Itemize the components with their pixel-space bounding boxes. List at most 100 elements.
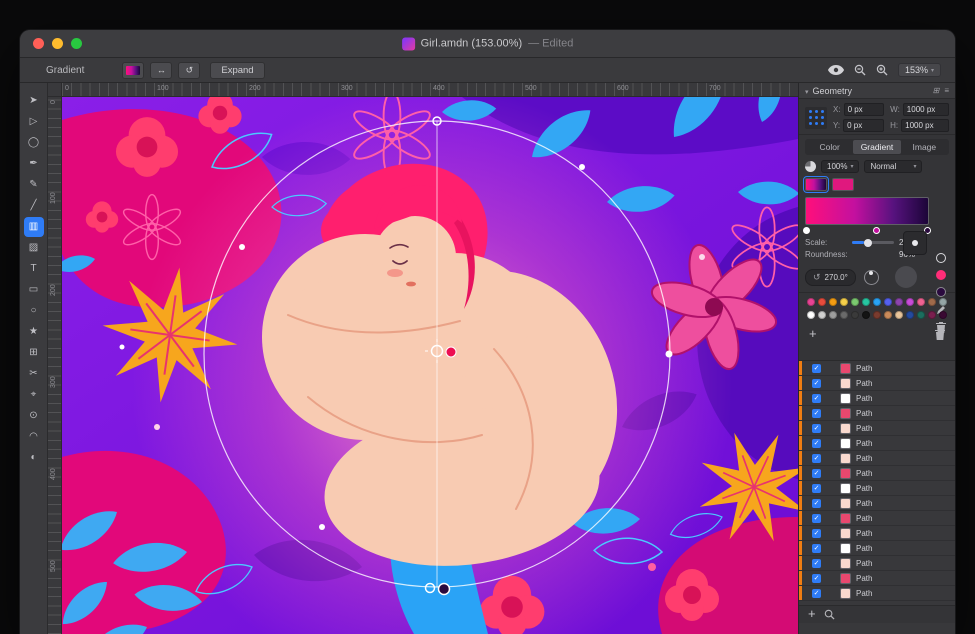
- color-swatch[interactable]: [873, 298, 881, 306]
- zoom-out-icon[interactable]: [854, 64, 866, 76]
- blend-mode-dropdown[interactable]: Normal: [864, 160, 922, 173]
- tool-button[interactable]: ◐: [24, 448, 44, 468]
- tool-button[interactable]: ╱: [24, 196, 44, 216]
- layer-row[interactable]: Path: [799, 376, 955, 391]
- layer-row[interactable]: Path: [799, 361, 955, 376]
- color-swatch[interactable]: [895, 298, 903, 306]
- layer-visibility-checkbox[interactable]: [812, 529, 821, 538]
- fullscreen-window-button[interactable]: [71, 38, 82, 49]
- color-swatch[interactable]: [807, 311, 815, 319]
- color-swatch[interactable]: [917, 311, 925, 319]
- layer-row[interactable]: Path: [799, 556, 955, 571]
- layer-visibility-checkbox[interactable]: [812, 514, 821, 523]
- layer-row[interactable]: Path: [799, 391, 955, 406]
- layer-visibility-checkbox[interactable]: [812, 409, 821, 418]
- color-swatch[interactable]: [906, 311, 914, 319]
- gradient-editor-bar[interactable]: [805, 197, 929, 225]
- transform-field[interactable]: X: 0 px: [833, 103, 884, 116]
- layer-visibility-checkbox[interactable]: [812, 454, 821, 463]
- layer-row[interactable]: Path: [799, 571, 955, 586]
- panel-tab[interactable]: Color: [806, 140, 853, 154]
- field-value[interactable]: 0 px: [843, 119, 884, 132]
- layer-visibility-checkbox[interactable]: [812, 589, 821, 598]
- layer-row[interactable]: Path: [799, 466, 955, 481]
- search-layers-icon[interactable]: [824, 609, 835, 620]
- rotation-field[interactable]: 270.0°: [805, 269, 856, 286]
- transform-field[interactable]: H: 1000 px: [890, 119, 949, 132]
- titlebar[interactable]: Girl.amdn (153.00%) — Edited: [20, 30, 955, 58]
- menu-icon[interactable]: [944, 86, 949, 95]
- gradient-color-stop-handle[interactable]: [446, 347, 456, 357]
- add-layer-button[interactable]: [808, 609, 816, 620]
- color-swatch[interactable]: [818, 311, 826, 319]
- gradient-end-color-handle[interactable]: [439, 584, 450, 595]
- color-swatch[interactable]: [906, 298, 914, 306]
- color-swatch[interactable]: [840, 311, 848, 319]
- layer-visibility-checkbox[interactable]: [812, 574, 821, 583]
- tool-button[interactable]: ▥: [24, 217, 44, 237]
- tool-button[interactable]: ⊙: [24, 406, 44, 426]
- layer-visibility-checkbox[interactable]: [812, 499, 821, 508]
- color-swatch[interactable]: [807, 298, 815, 306]
- slider-knob[interactable]: [864, 239, 872, 247]
- delete-swatch-icon[interactable]: [935, 329, 945, 340]
- field-value[interactable]: 1000 px: [901, 119, 949, 132]
- no-color-well[interactable]: [936, 253, 946, 263]
- reverse-gradient-button[interactable]: ↔: [150, 62, 172, 79]
- solid-fill-swatch[interactable]: [832, 178, 854, 191]
- gradient-node-preview-button[interactable]: [903, 231, 927, 255]
- field-value[interactable]: 1000 px: [903, 103, 949, 116]
- gradient-stop-mid[interactable]: [873, 227, 880, 234]
- color-swatch[interactable]: [939, 311, 947, 319]
- layer-visibility-checkbox[interactable]: [812, 424, 821, 433]
- scale-slider[interactable]: [852, 241, 894, 244]
- color-swatch[interactable]: [928, 298, 936, 306]
- tool-button[interactable]: ✂: [24, 364, 44, 384]
- preview-eye-icon[interactable]: [828, 65, 844, 75]
- geometry-header[interactable]: Geometry: [799, 83, 955, 99]
- canvas[interactable]: [62, 97, 798, 634]
- rotation-dial-large[interactable]: [895, 266, 917, 288]
- color-swatch[interactable]: [851, 311, 859, 319]
- color-swatch[interactable]: [939, 298, 947, 306]
- gradient-fill-swatch[interactable]: [805, 178, 827, 191]
- tool-button[interactable]: ◠: [24, 427, 44, 447]
- grid-icon[interactable]: [933, 86, 940, 95]
- zoom-in-icon[interactable]: [876, 64, 888, 76]
- color-swatch[interactable]: [895, 311, 903, 319]
- opacity-dropdown[interactable]: 100%: [821, 160, 859, 173]
- layer-visibility-checkbox[interactable]: [812, 484, 821, 493]
- color-swatch[interactable]: [862, 311, 870, 319]
- panel-tab[interactable]: Gradient: [853, 140, 900, 154]
- layer-visibility-checkbox[interactable]: [812, 439, 821, 448]
- tool-button[interactable]: ▨: [24, 238, 44, 258]
- selection-edge-node[interactable]: [666, 351, 673, 358]
- layer-row[interactable]: Path: [799, 541, 955, 556]
- expand-button[interactable]: Expand: [210, 62, 264, 79]
- tool-button[interactable]: ○: [24, 301, 44, 321]
- color-swatch[interactable]: [840, 298, 848, 306]
- transform-field[interactable]: W: 1000 px: [890, 103, 949, 116]
- tool-button[interactable]: ⊞: [24, 343, 44, 363]
- color-swatch[interactable]: [851, 298, 859, 306]
- color-swatch[interactable]: [818, 298, 826, 306]
- tool-button[interactable]: ▷: [24, 112, 44, 132]
- canvas-artwork[interactable]: [62, 97, 798, 634]
- field-value[interactable]: 0 px: [844, 103, 885, 116]
- tool-button[interactable]: ➤: [24, 91, 44, 111]
- anchor-point-grid[interactable]: [805, 107, 827, 129]
- tool-button[interactable]: ✒: [24, 154, 44, 174]
- color-swatch[interactable]: [917, 298, 925, 306]
- transform-field[interactable]: Y: 0 px: [833, 119, 884, 132]
- tool-button[interactable]: ▭: [24, 280, 44, 300]
- gradient-stop-start[interactable]: [803, 227, 810, 234]
- minimize-window-button[interactable]: [52, 38, 63, 49]
- color-swatch[interactable]: [829, 311, 837, 319]
- rotation-dial[interactable]: [864, 270, 879, 285]
- fill-color-well[interactable]: [936, 270, 946, 280]
- layer-visibility-checkbox[interactable]: [812, 394, 821, 403]
- tool-button[interactable]: ◯: [24, 133, 44, 153]
- tool-button[interactable]: ✎: [24, 175, 44, 195]
- collapse-chevron-icon[interactable]: [805, 86, 809, 96]
- layer-row[interactable]: Path: [799, 421, 955, 436]
